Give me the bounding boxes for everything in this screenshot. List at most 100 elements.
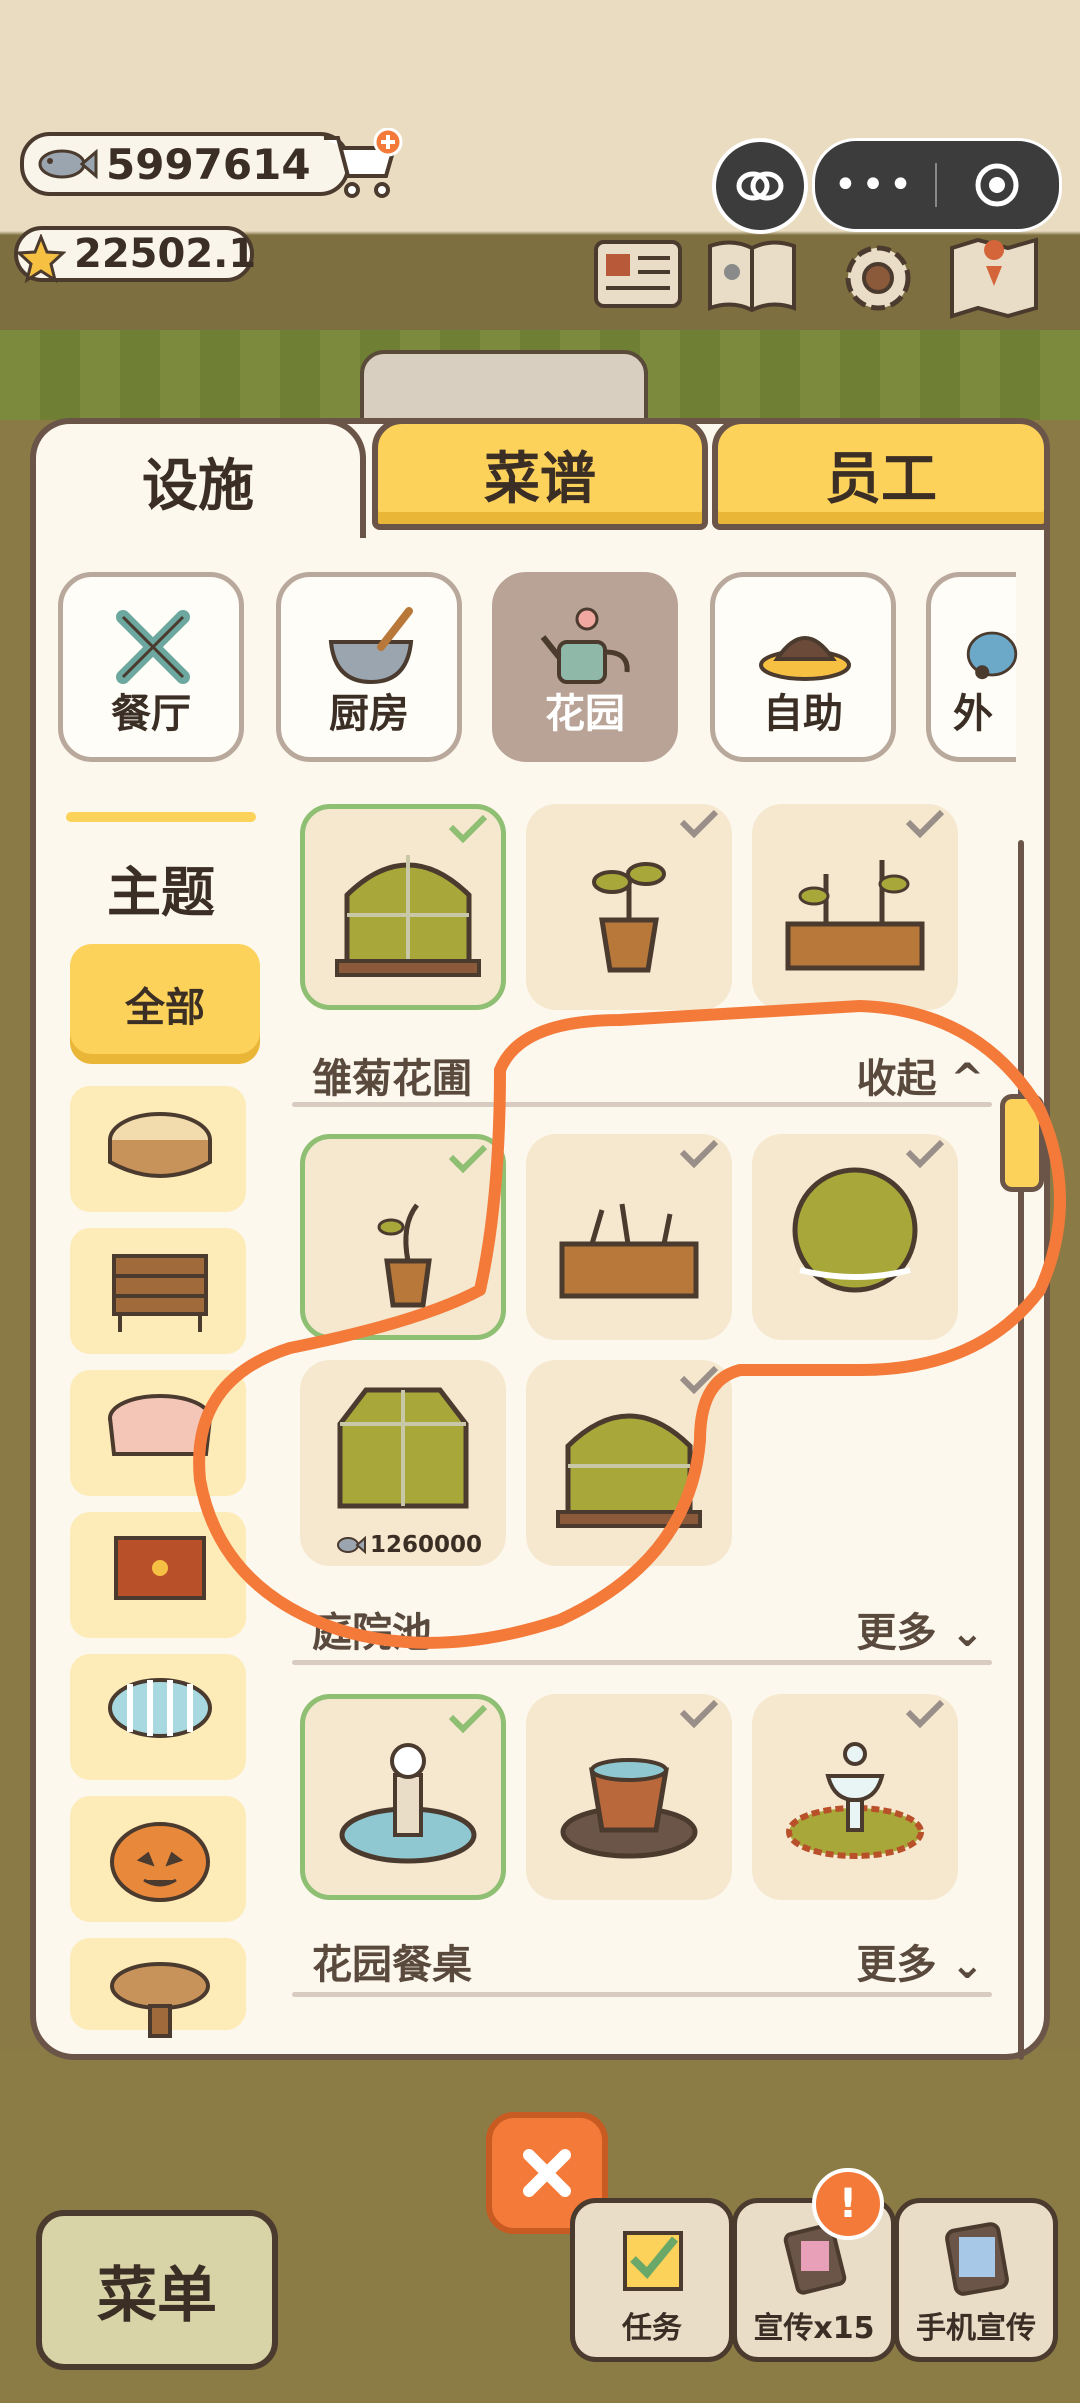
category-outdoor-label: 外 (953, 691, 993, 737)
tasks-label: 任务 (622, 2311, 682, 2346)
sidebar-title: 主题 (107, 861, 215, 924)
wooden-crate-icon (112, 1254, 208, 1332)
wilted-pot-icon (377, 1203, 432, 1308)
theme-item-round-table[interactable] (70, 1938, 246, 2038)
cat-fountain-icon (339, 1743, 477, 1864)
glass-greenhouse-icon (337, 1387, 469, 1509)
phone-icon (945, 2222, 1009, 2296)
map-icon[interactable] (946, 236, 1042, 320)
item-wilted-pot-owned[interactable] (300, 1134, 506, 1340)
tiered-fountain-icon (786, 1742, 924, 1859)
tab-facilities[interactable]: 设施 (30, 418, 366, 538)
notification-badge: ! (812, 2168, 884, 2240)
striped-table-icon (108, 1678, 212, 1738)
category-restaurant[interactable]: 餐厅 (58, 572, 244, 762)
item-potted-sprout[interactable] (526, 804, 732, 1010)
pot-fountain-icon (560, 1758, 698, 1859)
item-sprout-bed[interactable] (752, 804, 958, 1010)
arched-greenhouse-icon (335, 855, 481, 977)
category-garden[interactable]: 花园 (492, 572, 678, 762)
close-program-icon[interactable] (937, 160, 1057, 210)
item-round-bush[interactable] (752, 1134, 958, 1340)
link-icon (736, 171, 784, 201)
row-divider (292, 1992, 992, 1997)
tab-facilities-label: 设施 (142, 453, 254, 519)
tab-staff-label: 员工 (825, 446, 937, 512)
theme-item-log[interactable] (70, 1086, 246, 1212)
collapse-label: 收起 (856, 1056, 937, 1102)
pumpkin-icon (110, 1822, 210, 1902)
scrollbar-track[interactable] (1018, 840, 1024, 2060)
tab-recipes-label: 菜谱 (484, 446, 596, 512)
theme-item-striped-table[interactable] (70, 1654, 246, 1780)
category-outdoor[interactable]: 外 (926, 572, 1018, 762)
theme-all-label: 全部 (125, 985, 205, 1031)
currency-counter: 5997614 (20, 132, 350, 196)
gear-icon[interactable] (830, 236, 926, 320)
menu-button-label: 菜单 (97, 2260, 217, 2331)
item-greenhouse-arched-owned[interactable] (300, 804, 506, 1010)
tab-recipes[interactable]: 菜谱 (372, 418, 708, 530)
item-weed-bed[interactable] (526, 1134, 732, 1340)
round-bush-icon (792, 1167, 918, 1293)
star-counter: 22502.1 (14, 226, 257, 284)
row-divider (292, 1102, 992, 1107)
more-options-icon[interactable]: ••• (815, 162, 935, 208)
item-arched-greenhouse-2[interactable] (526, 1360, 732, 1566)
row-label-garden-table: 花园餐桌 (312, 1942, 472, 1988)
theme-item-checkered-table[interactable] (70, 1370, 246, 1496)
paw-table-icon (114, 1536, 206, 1600)
row-label-daisy-bed: 雏菊花圃 (312, 1056, 472, 1102)
menu-button[interactable]: 菜单 (36, 2210, 278, 2370)
category-garden-label: 花园 (545, 691, 625, 737)
theme-item-pumpkin[interactable] (70, 1796, 246, 1922)
tasks-button[interactable]: 任务 (570, 2198, 734, 2362)
promo-label: 宣传x15 (753, 2311, 875, 2346)
item-tiered-fountain[interactable] (752, 1694, 958, 1900)
log-stump-icon (108, 1112, 212, 1178)
item-glass-greenhouse[interactable]: 1260000 (300, 1360, 506, 1566)
garden-gate (360, 350, 648, 428)
chevron-down-icon: ⌄ (950, 1610, 984, 1656)
round-table-icon (110, 1962, 210, 2038)
scrollbar-thumb[interactable] (1000, 1094, 1044, 1192)
more-label: 更多 (856, 1610, 937, 1656)
sidebar-divider (66, 812, 256, 822)
weed-bed-icon (559, 1203, 699, 1299)
chevron-up-icon: ^ (950, 1056, 984, 1102)
book-icon[interactable] (704, 236, 800, 320)
arched-greenhouse-icon (556, 1413, 702, 1528)
fish-icon (337, 1535, 366, 1555)
category-restaurant-label: 餐厅 (111, 691, 191, 737)
category-buffet[interactable]: 自助 (710, 572, 896, 762)
close-icon (523, 2149, 571, 2197)
shop-cart-icon[interactable] (320, 128, 404, 204)
letter-icon[interactable] (590, 236, 686, 320)
row-label-courtyard-pond: 庭院池 (312, 1610, 432, 1656)
mini-program-button[interactable] (712, 138, 808, 234)
mini-program-capsule: ••• (812, 138, 1062, 232)
checkered-table-icon (108, 1394, 212, 1456)
more-button[interactable]: 更多 ⌄ (857, 1600, 984, 1658)
theme-item-paw-table[interactable] (70, 1512, 246, 1638)
star-value: 22502.1 (74, 231, 257, 277)
theme-item-crate[interactable] (70, 1228, 246, 1354)
item-cat-fountain-owned[interactable] (300, 1694, 506, 1900)
phone-promo-label: 手机宣传 (916, 2311, 1036, 2346)
collapse-button[interactable]: 收起 ^ (857, 1046, 984, 1104)
more-button[interactable]: 更多 ⌄ (857, 1932, 984, 1990)
tab-staff[interactable]: 员工 (712, 418, 1050, 530)
phone-promo-button[interactable]: 手机宣传 (894, 2198, 1058, 2362)
category-kitchen-label: 厨房 (329, 691, 409, 737)
more-label: 更多 (856, 1942, 937, 1988)
fish-icon (38, 148, 98, 180)
checklist-icon (623, 2231, 683, 2291)
theme-all-button[interactable]: 全部 (70, 944, 260, 1064)
sprout-bed-icon (785, 860, 925, 971)
category-buffet-label: 自助 (763, 691, 843, 737)
star-icon (16, 234, 66, 284)
category-kitchen[interactable]: 厨房 (276, 572, 462, 762)
item-price: 1260000 (336, 1532, 482, 1558)
item-price-value: 1260000 (370, 1532, 483, 1558)
item-pot-fountain[interactable] (526, 1694, 732, 1900)
